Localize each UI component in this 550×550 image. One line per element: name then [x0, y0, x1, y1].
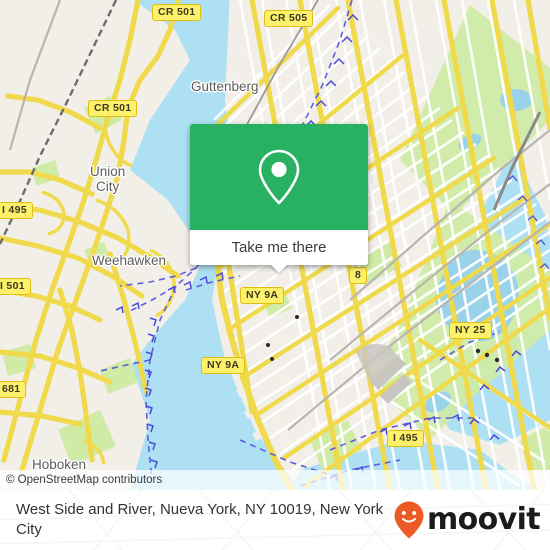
road-shield-ny9a-north: NY 9A	[240, 287, 285, 304]
popup-pointer-tail	[270, 264, 288, 273]
moovit-brand[interactable]: moovit	[393, 500, 541, 540]
location-popup-card[interactable]: Take me there	[190, 124, 368, 273]
road-shield-cr501-south: CR 501	[88, 100, 138, 117]
road-shield-8: 8	[349, 267, 368, 284]
screenshot-root: CR 501 CR 505 CR 501 I 495 I 501 NY 9A 8…	[0, 0, 550, 550]
place-label-union-city-line1: Union	[90, 164, 126, 179]
footer-content: West Side and River, Nueva York, NY 1001…	[0, 490, 550, 550]
osm-attribution[interactable]: © OpenStreetMap contributors	[0, 470, 550, 490]
map-canvas[interactable]: CR 501 CR 505 CR 501 I 495 I 501 NY 9A 8…	[0, 0, 550, 490]
place-label-guttenberg: Guttenberg	[191, 79, 259, 94]
moovit-wordmark: moovit	[426, 502, 541, 537]
place-label-union-city: Union City	[90, 164, 125, 194]
footer-bar: West Side and River, Nueva York, NY 1001…	[0, 490, 550, 550]
take-me-there-label: Take me there	[231, 239, 327, 256]
road-shield-i495-west: I 495	[0, 202, 33, 219]
place-label-weehawken: Weehawken	[92, 253, 167, 268]
road-shield-i501: I 501	[0, 278, 31, 295]
popup-action-bar[interactable]: Take me there	[190, 230, 368, 273]
location-title: West Side and River, Nueva York, NY 1001…	[16, 501, 384, 538]
road-shield-ny9a-south: NY 9A	[201, 357, 246, 374]
road-shield-i495-east: I 495	[387, 430, 424, 447]
moovit-smiley-pin-icon	[394, 501, 424, 539]
map-pin-icon	[258, 149, 300, 205]
popup-image-area	[190, 124, 368, 230]
road-shield-ny25: NY 25	[449, 322, 492, 339]
place-label-union-city-line2: City	[96, 179, 120, 194]
road-shield-681: 681	[0, 381, 27, 398]
road-shield-cr505: CR 505	[264, 10, 314, 27]
road-shield-cr501-north: CR 501	[152, 4, 202, 21]
